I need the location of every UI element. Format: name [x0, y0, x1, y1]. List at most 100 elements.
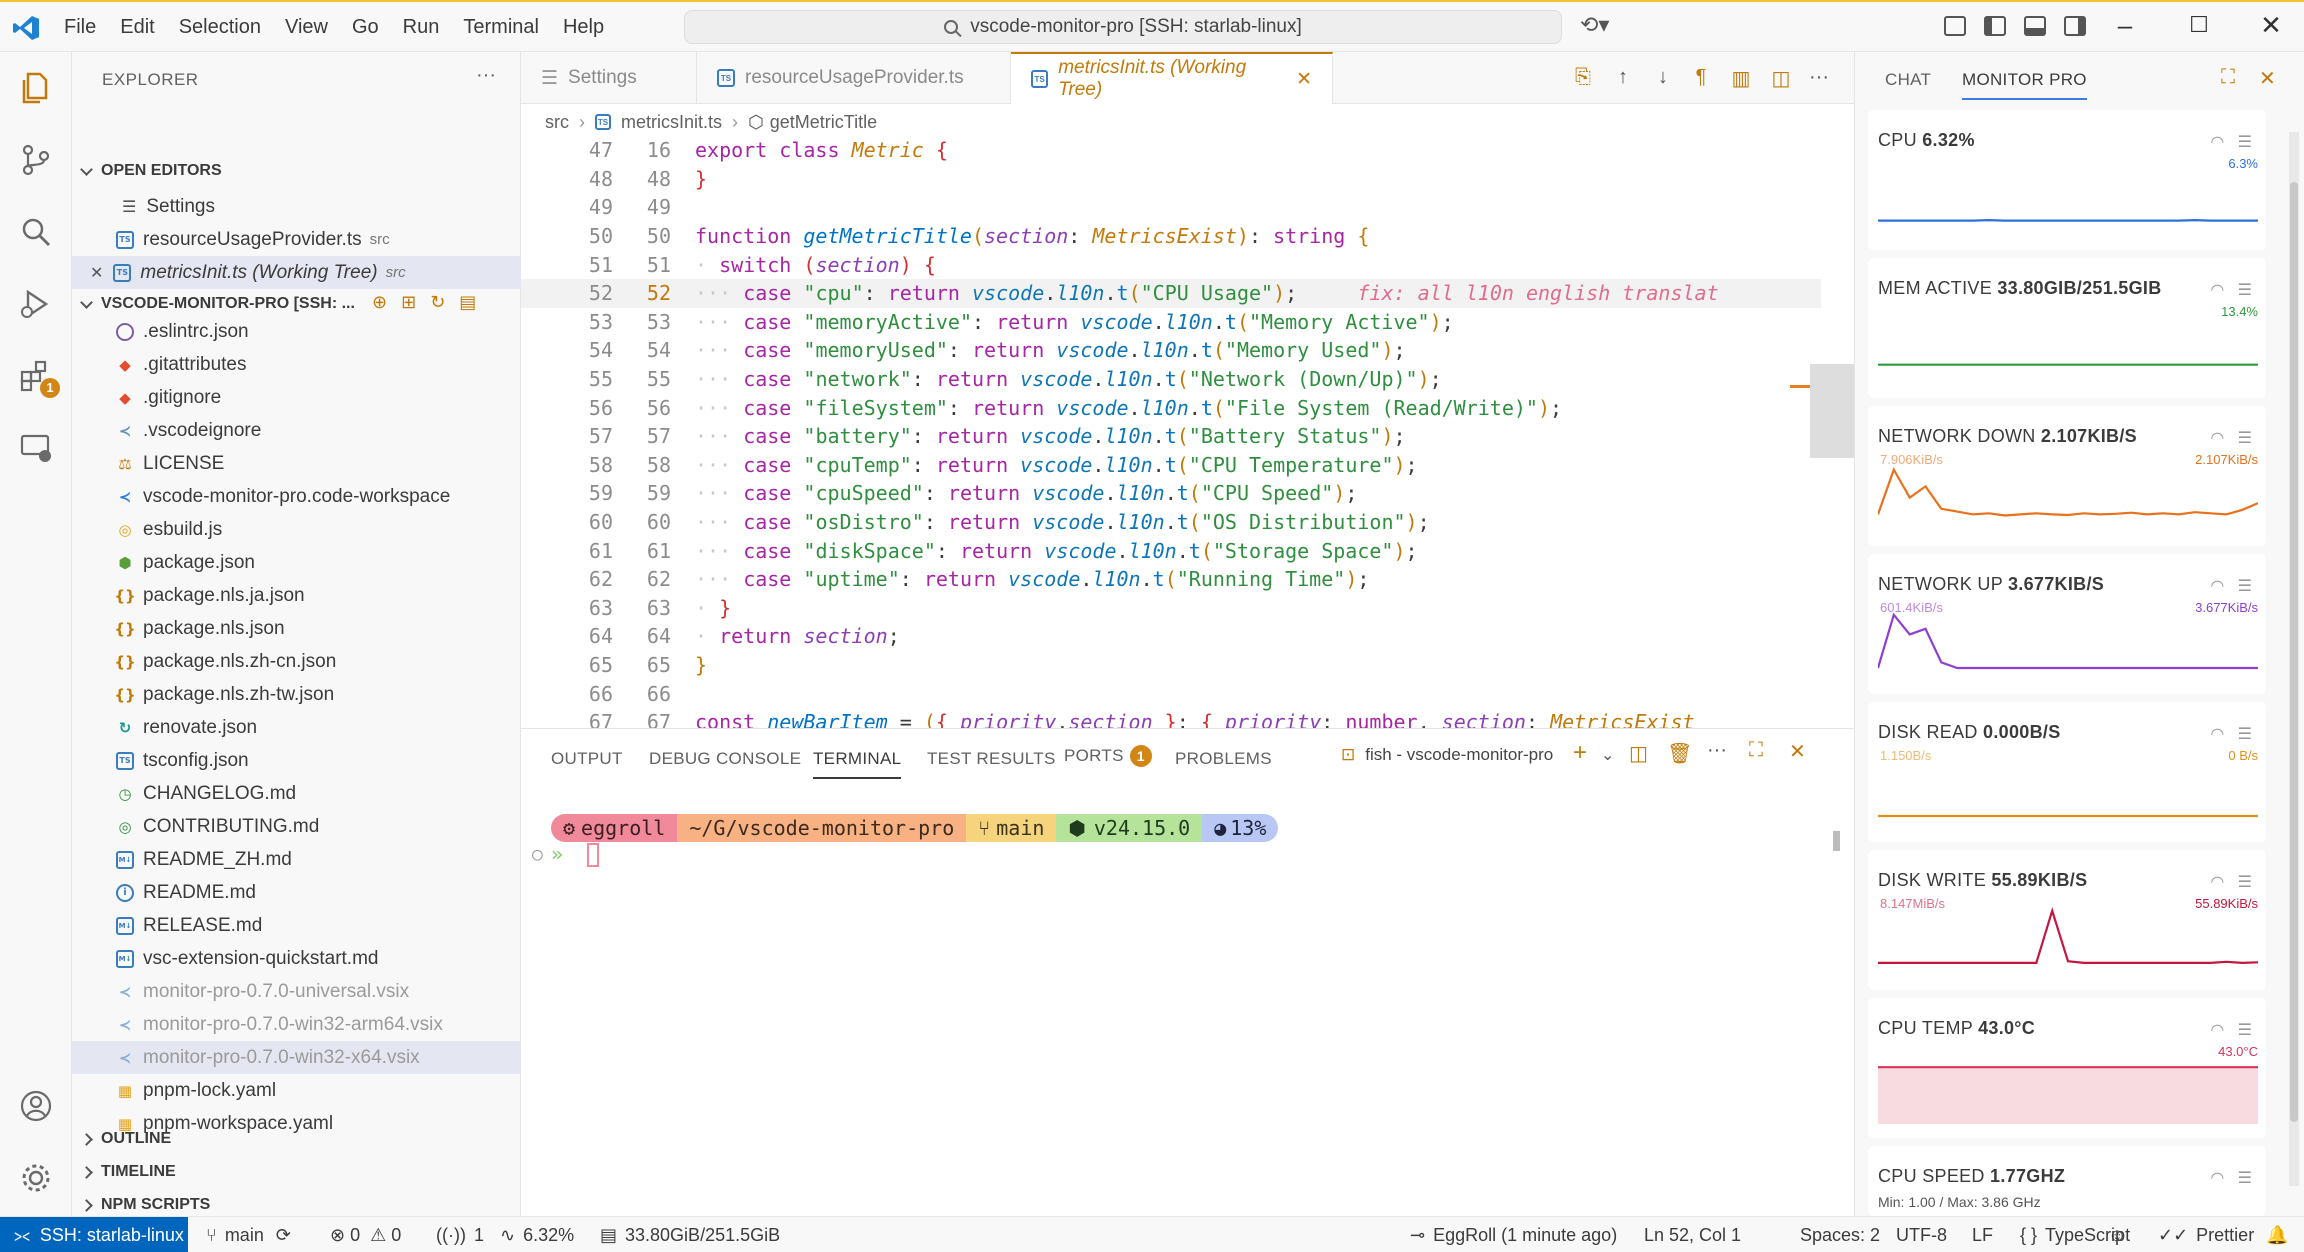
refresh-icon[interactable]: ◠ — [2210, 1022, 2224, 1039]
arrow-up-icon[interactable]: ↑ — [1612, 66, 1634, 88]
search-icon[interactable] — [18, 214, 54, 250]
copilot-menu-button[interactable]: ⟲▾ — [1580, 12, 1609, 38]
file-item[interactable]: M↓ README_ZH.md — [72, 843, 521, 876]
file-item[interactable]: ≺ .vscodeignore — [72, 414, 521, 447]
encoding-status[interactable]: UTF-8 — [1896, 1217, 1947, 1252]
refresh-icon[interactable]: ◠ — [2210, 1170, 2224, 1187]
eol-status[interactable]: LF — [1972, 1217, 1993, 1252]
chevron-down-icon[interactable]: ⌄ — [1601, 745, 1614, 765]
map-icon[interactable]: ▥ — [1730, 66, 1752, 90]
toggle-panel-icon[interactable] — [2024, 16, 2046, 36]
collapse-all-icon[interactable]: ▤ — [459, 292, 490, 312]
customize-layout-icon[interactable] — [1944, 16, 1966, 36]
file-item[interactable]: ⬢ package.json — [72, 546, 521, 579]
file-item[interactable]: ≺ monitor-pro-0.7.0-win32-arm64.vsix — [72, 1008, 521, 1041]
code-line[interactable]: 54 54 ··· case "memoryUsed": return vscode… — [521, 336, 1821, 365]
toggle-whitespace-icon[interactable]: ¶ — [1690, 66, 1712, 88]
file-item[interactable]: i README.md — [72, 876, 521, 909]
refresh-icon[interactable]: ◠ — [2210, 578, 2224, 595]
code-line[interactable]: 67 67 const newBarItem = ({ priority,secti… — [521, 708, 1821, 728]
refresh-icon[interactable]: ↻ — [430, 292, 459, 312]
open-editor-resource-usage[interactable]: TS resourceUsageProvider.ts src — [72, 223, 521, 256]
menu-file[interactable]: File — [52, 16, 108, 39]
file-item[interactable]: ≺ monitor-pro-0.7.0-universal.vsix — [72, 975, 521, 1008]
maximize-icon[interactable]: ☐ — [2184, 12, 2214, 38]
file-item[interactable]: ◆ .gitattributes — [72, 348, 521, 381]
file-item[interactable]: M↓ RELEASE.md — [72, 909, 521, 942]
refresh-icon[interactable]: ◠ — [2210, 874, 2224, 891]
toggle-primary-sidebar-icon[interactable] — [1984, 16, 2006, 36]
editor-scrollbar[interactable] — [1810, 364, 1854, 458]
file-item[interactable]: ◎ CONTRIBUTING.md — [72, 810, 521, 843]
code-line[interactable]: 59 59 ··· case "cpuSpeed": return vscode.l… — [521, 479, 1821, 508]
list-icon[interactable]: ☰ — [2238, 578, 2252, 595]
tab-monitor-pro[interactable]: MONITOR PRO — [1962, 70, 2087, 100]
file-item[interactable]: ⚖ LICENSE — [72, 447, 521, 480]
code-line[interactable]: 56 56 ··· case "fileSystem": return vscode… — [521, 393, 1821, 422]
remote-indicator[interactable]: ⪥ SSH: starlab-linux — [0, 1217, 188, 1252]
close-panel-icon[interactable]: ✕ — [1789, 739, 1806, 764]
file-item[interactable]: ◷ CHANGELOG.md — [72, 777, 521, 810]
code-line[interactable]: 52 52 ··· case "cpu": return vscode.l10n.t… — [521, 278, 1821, 308]
memory-status[interactable]: ▤ 33.80GiB/251.5GiB — [600, 1217, 780, 1252]
code-line[interactable]: 50 50 function getMetricTitle(section: Met… — [521, 222, 1821, 251]
file-item[interactable]: {} package.nls.json — [72, 612, 521, 645]
run-debug-icon[interactable] — [18, 286, 54, 322]
close-tab-icon[interactable]: ✕ — [1296, 68, 1312, 91]
file-item[interactable]: ≺ monitor-pro-0.7.0-win32-x64.vsix — [72, 1041, 521, 1074]
more-actions-icon[interactable]: ··· — [1707, 739, 1727, 762]
list-icon[interactable]: ☰ — [2238, 1170, 2252, 1187]
outline-header[interactable]: OUTLINE — [80, 1130, 171, 1148]
code-line[interactable]: 63 63 · } — [521, 594, 1821, 623]
file-item[interactable]: TS tsconfig.json — [72, 744, 521, 777]
list-icon[interactable]: ☰ — [2238, 726, 2252, 743]
code-line[interactable]: 62 62 ··· case "uptime": return vscode.l10… — [521, 565, 1821, 594]
file-item[interactable]: .eslintrc.json — [72, 315, 521, 348]
indentation-status[interactable]: Spaces: 2 — [1800, 1217, 1880, 1252]
code-line[interactable]: 48 48} — [521, 165, 1821, 194]
notifications-icon[interactable]: 🔔 — [2266, 1217, 2288, 1252]
explorer-icon[interactable] — [18, 70, 54, 106]
breadcrumb-file[interactable]: metricsInit.ts — [621, 112, 722, 133]
tab-chat[interactable]: CHAT — [1885, 70, 1931, 90]
accounts-icon[interactable] — [18, 1088, 54, 1124]
panel-tab-ports[interactable]: PORTS 1 — [1064, 745, 1152, 767]
npm-scripts-header[interactable]: NPM SCRIPTS — [80, 1196, 210, 1214]
split-terminal-icon[interactable]: ◫ — [1629, 741, 1648, 766]
menu-selection[interactable]: Selection — [167, 16, 273, 39]
open-editors-header[interactable]: OPEN EDITORS — [80, 162, 222, 180]
code-line[interactable]: 61 61 ··· case "diskSpace": return vscode.… — [521, 536, 1821, 565]
close-icon[interactable]: ✕ — [90, 263, 103, 283]
tab-resource-usage-provider[interactable]: TS resourceUsageProvider.ts — [697, 52, 1011, 104]
refresh-icon[interactable]: ◠ — [2210, 134, 2224, 151]
command-center[interactable]: vscode-monitor-pro [SSH: starlab-linux] — [684, 10, 1562, 44]
code-line[interactable]: 64 64 · return section; — [521, 622, 1821, 651]
panel-tab-terminal[interactable]: TERMINAL — [813, 749, 902, 779]
file-item[interactable]: ◎ esbuild.js — [72, 513, 521, 546]
file-item[interactable]: {} package.nls.ja.json — [72, 579, 521, 612]
problems-status[interactable]: ⊗ 0 ⚠ 0 — [330, 1217, 401, 1252]
list-icon[interactable]: ☰ — [2238, 430, 2252, 447]
split-editor-icon[interactable]: ◫ — [1770, 66, 1792, 90]
remote-explorer-icon[interactable] — [18, 430, 54, 466]
trash-icon[interactable]: 🗑 — [1667, 741, 1692, 766]
terminal-cursor[interactable] — [587, 843, 599, 867]
tab-metrics-init[interactable]: TS metricsInit.ts (Working Tree) ✕ — [1011, 52, 1333, 104]
menu-view[interactable]: View — [273, 16, 340, 39]
file-item[interactable]: ↻ renovate.json — [72, 711, 521, 744]
list-icon[interactable]: ☰ — [2238, 282, 2252, 299]
maximize-panel-icon[interactable]: ⛶ — [1749, 739, 1763, 762]
panel-tab-test-results[interactable]: TEST RESULTS — [927, 749, 1056, 769]
new-file-icon[interactable]: ⊕ — [372, 292, 401, 312]
menu-terminal[interactable]: Terminal — [451, 16, 551, 39]
list-icon[interactable]: ☰ — [2238, 134, 2252, 151]
file-item[interactable]: ◆ .gitignore — [72, 381, 521, 414]
file-item[interactable]: ▦ pnpm-lock.yaml — [72, 1074, 521, 1107]
branch-status[interactable]: ⑂ main ⟳ — [206, 1217, 291, 1252]
more-actions-icon[interactable]: ··· — [1808, 66, 1830, 88]
code-editor[interactable]: 47 16 export class Metric {48 48} 49 49 50 50 fu… — [521, 136, 1821, 728]
code-line[interactable]: 58 58 ··· case "cpuTemp": return vscode.l1… — [521, 451, 1821, 480]
minimize-icon[interactable]: – — [2110, 10, 2140, 41]
menu-help[interactable]: Help — [551, 16, 616, 39]
list-icon[interactable]: ☰ — [2238, 874, 2252, 891]
